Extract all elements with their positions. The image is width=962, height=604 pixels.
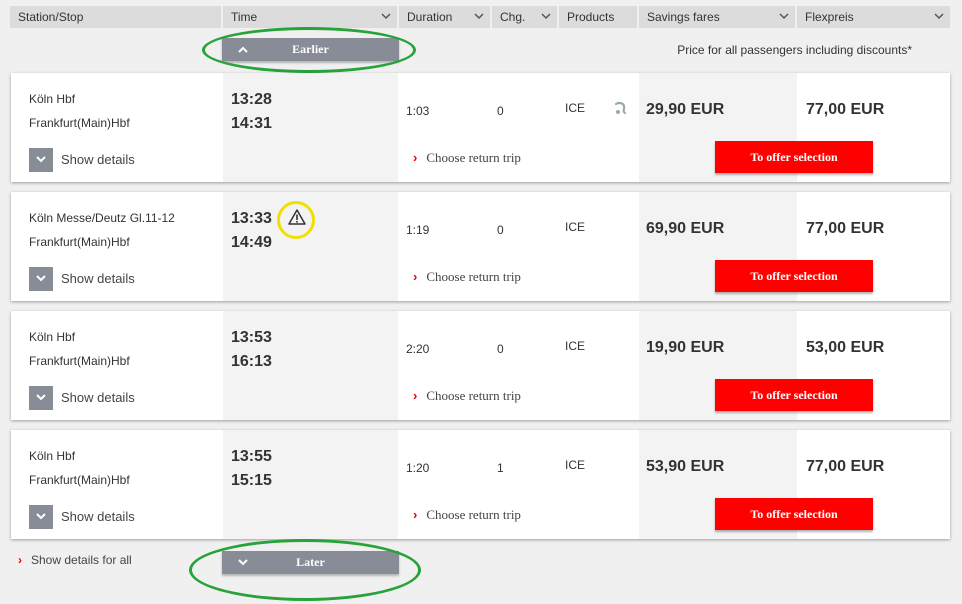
duration-value: 1:03 — [406, 104, 430, 118]
chevron-down-icon — [541, 6, 551, 20]
results-table-header: Station/Stop Time Duration Chg. Products… — [10, 6, 950, 28]
departure-time: 13:53 — [231, 329, 272, 346]
choose-return-trip-link[interactable]: › Choose return trip — [413, 507, 521, 523]
chevron-down-icon — [934, 6, 944, 20]
chevron-down-icon — [779, 6, 789, 20]
chevron-right-icon: › — [413, 150, 418, 165]
arrival-time: 15:15 — [231, 472, 272, 489]
col-header-station: Station/Stop — [10, 6, 221, 28]
departure-station: Köln Hbf — [29, 92, 76, 106]
savings-price[interactable]: 53,90 EUR — [646, 458, 724, 476]
seat-reservation-icon — [613, 101, 629, 122]
offer-selection-button[interactable]: To offer selection — [715, 141, 873, 173]
flexpreis-price[interactable]: 77,00 EUR — [806, 220, 884, 238]
departure-time: 13:28 — [231, 91, 272, 108]
chevron-right-icon: › — [413, 269, 418, 284]
chevron-right-icon: › — [18, 553, 22, 567]
connection-row[interactable]: Köln Hbf Frankfurt(Main)Hbf 13:55 15:15 1:20… — [11, 430, 950, 539]
arrival-station: Frankfurt(Main)Hbf — [29, 354, 130, 368]
departure-time: 13:33 — [231, 210, 272, 227]
offer-selection-button[interactable]: To offer selection — [715, 260, 873, 292]
col-header-time[interactable]: Time — [223, 6, 397, 28]
flexpreis-price[interactable]: 77,00 EUR — [806, 458, 884, 476]
arrival-time: 14:49 — [231, 234, 272, 251]
chevron-right-icon: › — [413, 507, 418, 522]
show-details-label[interactable]: Show details — [61, 152, 135, 167]
choose-return-trip-link[interactable]: › Choose return trip — [413, 388, 521, 404]
connection-row[interactable]: Köln Messe/Deutz Gl.11-12 Frankfurt(Main)… — [11, 192, 950, 301]
chevron-down-icon — [381, 6, 391, 20]
arrival-station: Frankfurt(Main)Hbf — [29, 473, 130, 487]
duration-value: 2:20 — [406, 342, 430, 356]
col-header-changes[interactable]: Chg. — [492, 6, 557, 28]
flexpreis-price[interactable]: 77,00 EUR — [806, 101, 884, 119]
chevron-down-icon — [474, 6, 484, 20]
arrival-time: 14:31 — [231, 115, 272, 132]
savings-price[interactable]: 19,90 EUR — [646, 339, 724, 357]
arrival-time: 16:13 — [231, 353, 272, 370]
flexpreis-price[interactable]: 53,00 EUR — [806, 339, 884, 357]
duration-value: 1:19 — [406, 223, 430, 237]
changes-value: 0 — [497, 104, 504, 118]
duration-value: 1:20 — [406, 461, 430, 475]
offer-selection-button[interactable]: To offer selection — [715, 379, 873, 411]
show-details-toggle[interactable] — [29, 148, 53, 172]
connection-row[interactable]: Köln Hbf Frankfurt(Main)Hbf 13:53 16:13 2:20… — [11, 311, 950, 420]
connection-row[interactable]: Köln Hbf Frankfurt(Main)Hbf 13:28 14:31 1:03… — [11, 73, 950, 182]
price-note: Price for all passengers including disco… — [677, 43, 912, 57]
chevron-right-icon: › — [413, 388, 418, 403]
choose-return-trip-link[interactable]: › Choose return trip — [413, 269, 521, 285]
departure-station: Köln Messe/Deutz Gl.11-12 — [29, 211, 175, 225]
col-header-flexpreis[interactable]: Flexpreis — [797, 6, 950, 28]
highlight-circle-warning — [277, 201, 315, 239]
departure-station: Köln Hbf — [29, 449, 76, 463]
show-details-all-link[interactable]: › Show details for all — [18, 553, 132, 567]
offer-selection-button[interactable]: To offer selection — [715, 498, 873, 530]
col-header-products: Products — [559, 6, 637, 28]
arrival-station: Frankfurt(Main)Hbf — [29, 235, 130, 249]
highlight-ellipse-earlier — [202, 27, 416, 73]
departure-time: 13:55 — [231, 448, 272, 465]
show-details-label[interactable]: Show details — [61, 271, 135, 286]
changes-value: 0 — [497, 342, 504, 356]
product-value: ICE — [565, 339, 586, 353]
savings-price[interactable]: 69,90 EUR — [646, 220, 724, 238]
arrival-station: Frankfurt(Main)Hbf — [29, 116, 130, 130]
savings-price[interactable]: 29,90 EUR — [646, 101, 724, 119]
choose-return-trip-link[interactable]: › Choose return trip — [413, 150, 521, 166]
show-details-label[interactable]: Show details — [61, 390, 135, 405]
show-details-toggle[interactable] — [29, 267, 53, 291]
show-details-label[interactable]: Show details — [61, 509, 135, 524]
departure-station: Köln Hbf — [29, 330, 76, 344]
product-value: ICE — [565, 220, 586, 234]
show-details-toggle[interactable] — [29, 386, 53, 410]
changes-value: 0 — [497, 223, 504, 237]
product-value: ICE — [565, 101, 586, 115]
product-value: ICE — [565, 458, 586, 472]
highlight-ellipse-later — [189, 539, 421, 601]
changes-value: 1 — [497, 461, 504, 475]
col-header-savings[interactable]: Savings fares — [639, 6, 795, 28]
show-details-toggle[interactable] — [29, 505, 53, 529]
col-header-duration[interactable]: Duration — [399, 6, 490, 28]
